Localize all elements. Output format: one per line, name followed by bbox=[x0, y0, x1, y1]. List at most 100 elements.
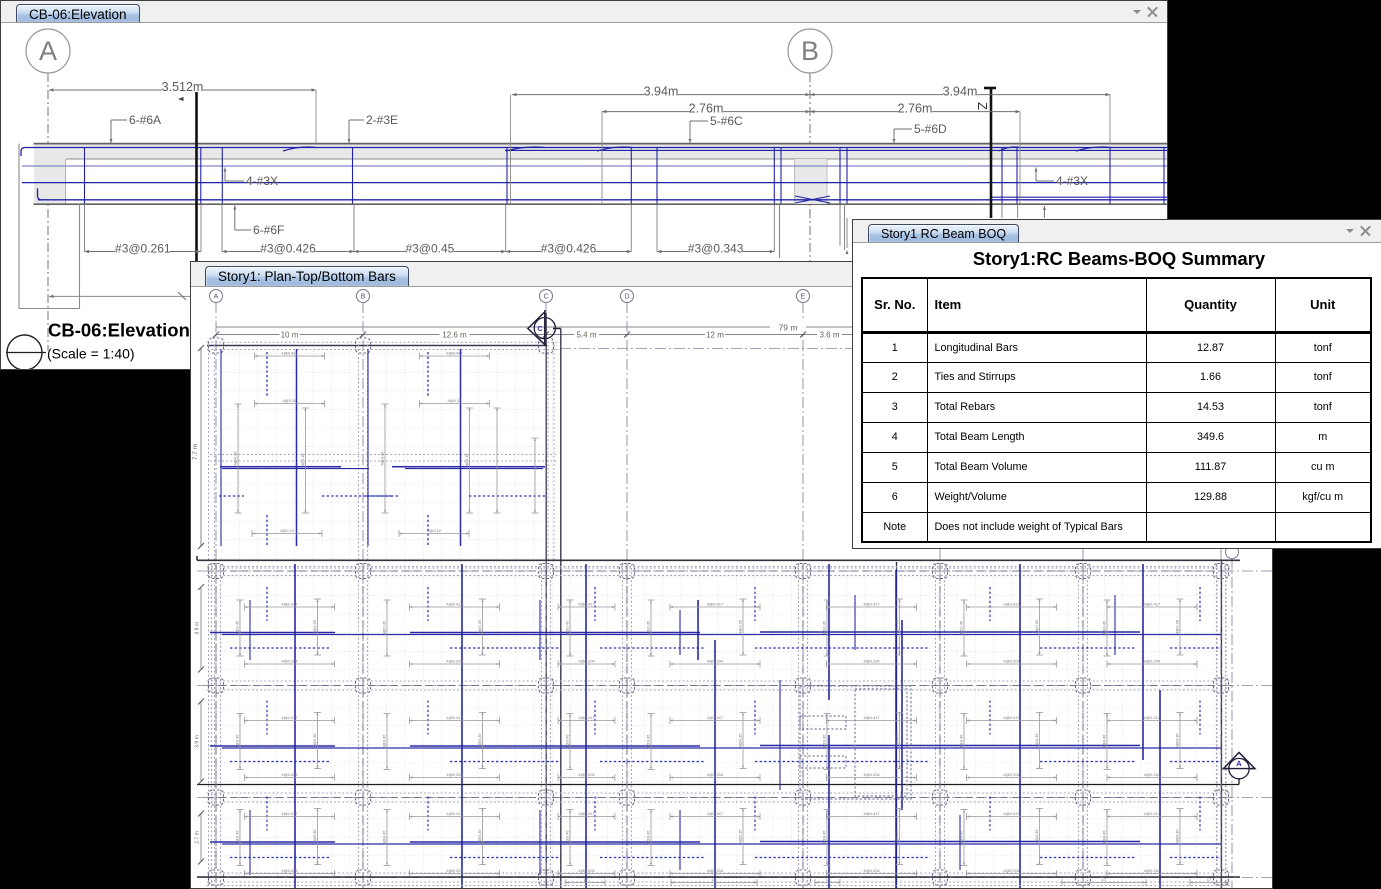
svg-text:4@0.417: 4@0.417 bbox=[863, 602, 880, 607]
svg-text:10 m: 10 m bbox=[281, 331, 299, 340]
svg-text:A: A bbox=[214, 294, 219, 301]
svg-text:4@0.35: 4@0.35 bbox=[312, 829, 317, 844]
svg-text:4@0.18: 4@0.18 bbox=[300, 453, 305, 468]
svg-text:3.512m: 3.512m bbox=[162, 80, 204, 94]
svg-text:4@0.45: 4@0.45 bbox=[235, 830, 240, 845]
svg-text:4@0.45: 4@0.45 bbox=[822, 620, 827, 635]
svg-text:4@0.36: 4@0.36 bbox=[233, 451, 238, 466]
svg-text:4@0.204: 4@0.204 bbox=[281, 659, 298, 664]
svg-text:#3@0.261: #3@0.261 bbox=[115, 242, 171, 256]
svg-text:17: 17 bbox=[1102, 877, 1107, 882]
svg-text:4@0.35: 4@0.35 bbox=[1175, 619, 1180, 634]
svg-text:4@0.204: 4@0.204 bbox=[1003, 868, 1020, 873]
svg-text:4@0.417: 4@0.417 bbox=[1144, 602, 1161, 607]
svg-text:4@0.204: 4@0.204 bbox=[578, 772, 595, 777]
svg-text:5-#6D: 5-#6D bbox=[914, 122, 947, 136]
svg-text:4@0.32: 4@0.32 bbox=[282, 398, 297, 403]
svg-text:4@0.417: 4@0.417 bbox=[446, 602, 463, 607]
svg-text:4@0.35: 4@0.35 bbox=[1175, 829, 1180, 844]
svg-text:2.7 m: 2.7 m bbox=[195, 831, 201, 844]
svg-text:(Scale = 1:40): (Scale = 1:40) bbox=[47, 346, 135, 362]
svg-text:4@0.45: 4@0.45 bbox=[959, 620, 964, 635]
svg-text:#3@0.343: #3@0.343 bbox=[688, 242, 744, 256]
svg-text:4@0.35: 4@0.35 bbox=[894, 733, 899, 748]
svg-text:4@0.45: 4@0.45 bbox=[822, 830, 827, 845]
svg-text:CB-06:Elevation: CB-06:Elevation bbox=[48, 320, 190, 341]
svg-text:4@0.417: 4@0.417 bbox=[863, 715, 880, 720]
svg-text:4@0.417: 4@0.417 bbox=[707, 811, 724, 816]
svg-text:4@0.417: 4@0.417 bbox=[281, 715, 298, 720]
svg-text:4@0.45: 4@0.45 bbox=[959, 734, 964, 749]
svg-text:4@0.45: 4@0.45 bbox=[1102, 620, 1107, 635]
svg-text:4@0.417: 4@0.417 bbox=[446, 715, 463, 720]
svg-text:5.4 m: 5.4 m bbox=[576, 331, 596, 340]
svg-text:4@0.417: 4@0.417 bbox=[707, 602, 724, 607]
svg-text:4@0.45: 4@0.45 bbox=[382, 620, 387, 635]
svg-text:4@0.45: 4@0.45 bbox=[235, 620, 240, 635]
svg-text:3.94m: 3.94m bbox=[943, 85, 978, 99]
svg-text:4@0.417: 4@0.417 bbox=[1003, 811, 1020, 816]
svg-text:#3@0.426: #3@0.426 bbox=[541, 242, 597, 256]
svg-text:4@0.45: 4@0.45 bbox=[382, 830, 387, 845]
svg-text:6-#6A: 6-#6A bbox=[129, 113, 161, 127]
svg-text:4@0.417: 4@0.417 bbox=[1003, 715, 1020, 720]
svg-text:4@0.45: 4@0.45 bbox=[565, 734, 570, 749]
svg-text:Z: Z bbox=[975, 102, 990, 110]
svg-text:4@0.204: 4@0.204 bbox=[863, 772, 880, 777]
svg-text:17: 17 bbox=[1207, 877, 1212, 882]
svg-text:5-#6C: 5-#6C bbox=[710, 114, 743, 128]
svg-text:4@0.45: 4@0.45 bbox=[235, 734, 240, 749]
svg-text:3.94m: 3.94m bbox=[644, 85, 679, 99]
svg-text:4@0.417: 4@0.417 bbox=[446, 351, 463, 356]
svg-text:4@0.35: 4@0.35 bbox=[738, 619, 743, 634]
svg-text:4@0.35: 4@0.35 bbox=[894, 829, 899, 844]
svg-text:4@0.204: 4@0.204 bbox=[707, 659, 724, 664]
svg-text:4@0.204: 4@0.204 bbox=[446, 772, 463, 777]
svg-text:4@0.204: 4@0.204 bbox=[281, 868, 298, 873]
svg-text:4@0.45: 4@0.45 bbox=[565, 620, 570, 635]
svg-text:4@0.45: 4@0.45 bbox=[1102, 830, 1107, 845]
svg-text:#3@0.45: #3@0.45 bbox=[405, 242, 454, 256]
svg-text:7.7 m: 7.7 m bbox=[192, 444, 199, 460]
svg-text:4@0.204: 4@0.204 bbox=[446, 868, 463, 873]
svg-text:4@0.18: 4@0.18 bbox=[464, 453, 469, 468]
svg-text:4@0.204: 4@0.204 bbox=[446, 659, 463, 664]
svg-text:4@0.35: 4@0.35 bbox=[477, 829, 482, 844]
svg-text:4@0.35: 4@0.35 bbox=[477, 619, 482, 634]
svg-text:B: B bbox=[361, 294, 366, 301]
svg-text:4@0.204: 4@0.204 bbox=[281, 772, 298, 777]
svg-text:4@0.45: 4@0.45 bbox=[646, 830, 651, 845]
svg-text:4@0.45: 4@0.45 bbox=[565, 830, 570, 845]
svg-text:4@0.12: 4@0.12 bbox=[427, 528, 442, 533]
svg-text:4@0.417: 4@0.417 bbox=[707, 715, 724, 720]
svg-text:C: C bbox=[543, 294, 548, 301]
svg-text:17: 17 bbox=[825, 877, 830, 882]
svg-text:4@0.204: 4@0.204 bbox=[578, 659, 595, 664]
svg-text:12 m: 12 m bbox=[706, 331, 724, 340]
svg-text:4@0.204: 4@0.204 bbox=[707, 868, 724, 873]
svg-text:#3@0.426: #3@0.426 bbox=[260, 242, 316, 256]
svg-text:4@0.204: 4@0.204 bbox=[1144, 868, 1161, 873]
svg-text:4@0.45: 4@0.45 bbox=[646, 620, 651, 635]
svg-text:4@0.204: 4@0.204 bbox=[707, 772, 724, 777]
svg-text:4@0.35: 4@0.35 bbox=[312, 733, 317, 748]
svg-text:4@0.204: 4@0.204 bbox=[1144, 772, 1161, 777]
svg-text:4@0.45: 4@0.45 bbox=[1102, 734, 1107, 749]
svg-text:4@0.35: 4@0.35 bbox=[894, 619, 899, 634]
svg-text:4@0.204: 4@0.204 bbox=[1003, 772, 1020, 777]
svg-text:4-#3X: 4-#3X bbox=[246, 174, 278, 188]
svg-text:A: A bbox=[1236, 759, 1242, 768]
svg-text:4@0.45: 4@0.45 bbox=[646, 734, 651, 749]
svg-text:4@0.35: 4@0.35 bbox=[738, 733, 743, 748]
svg-text:3.6 m: 3.6 m bbox=[819, 331, 839, 340]
svg-text:4@0.35: 4@0.35 bbox=[738, 829, 743, 844]
svg-text:6-#6F: 6-#6F bbox=[253, 223, 284, 237]
svg-text:D: D bbox=[624, 294, 629, 301]
svg-text:4@0.204: 4@0.204 bbox=[1144, 659, 1161, 664]
svg-text:4@0.417: 4@0.417 bbox=[281, 351, 298, 356]
svg-text:A: A bbox=[39, 36, 57, 66]
svg-text:17: 17 bbox=[583, 877, 588, 882]
svg-text:4@0.35: 4@0.35 bbox=[1034, 829, 1039, 844]
svg-text:4@0.36: 4@0.36 bbox=[380, 451, 385, 466]
svg-text:C: C bbox=[537, 326, 542, 333]
